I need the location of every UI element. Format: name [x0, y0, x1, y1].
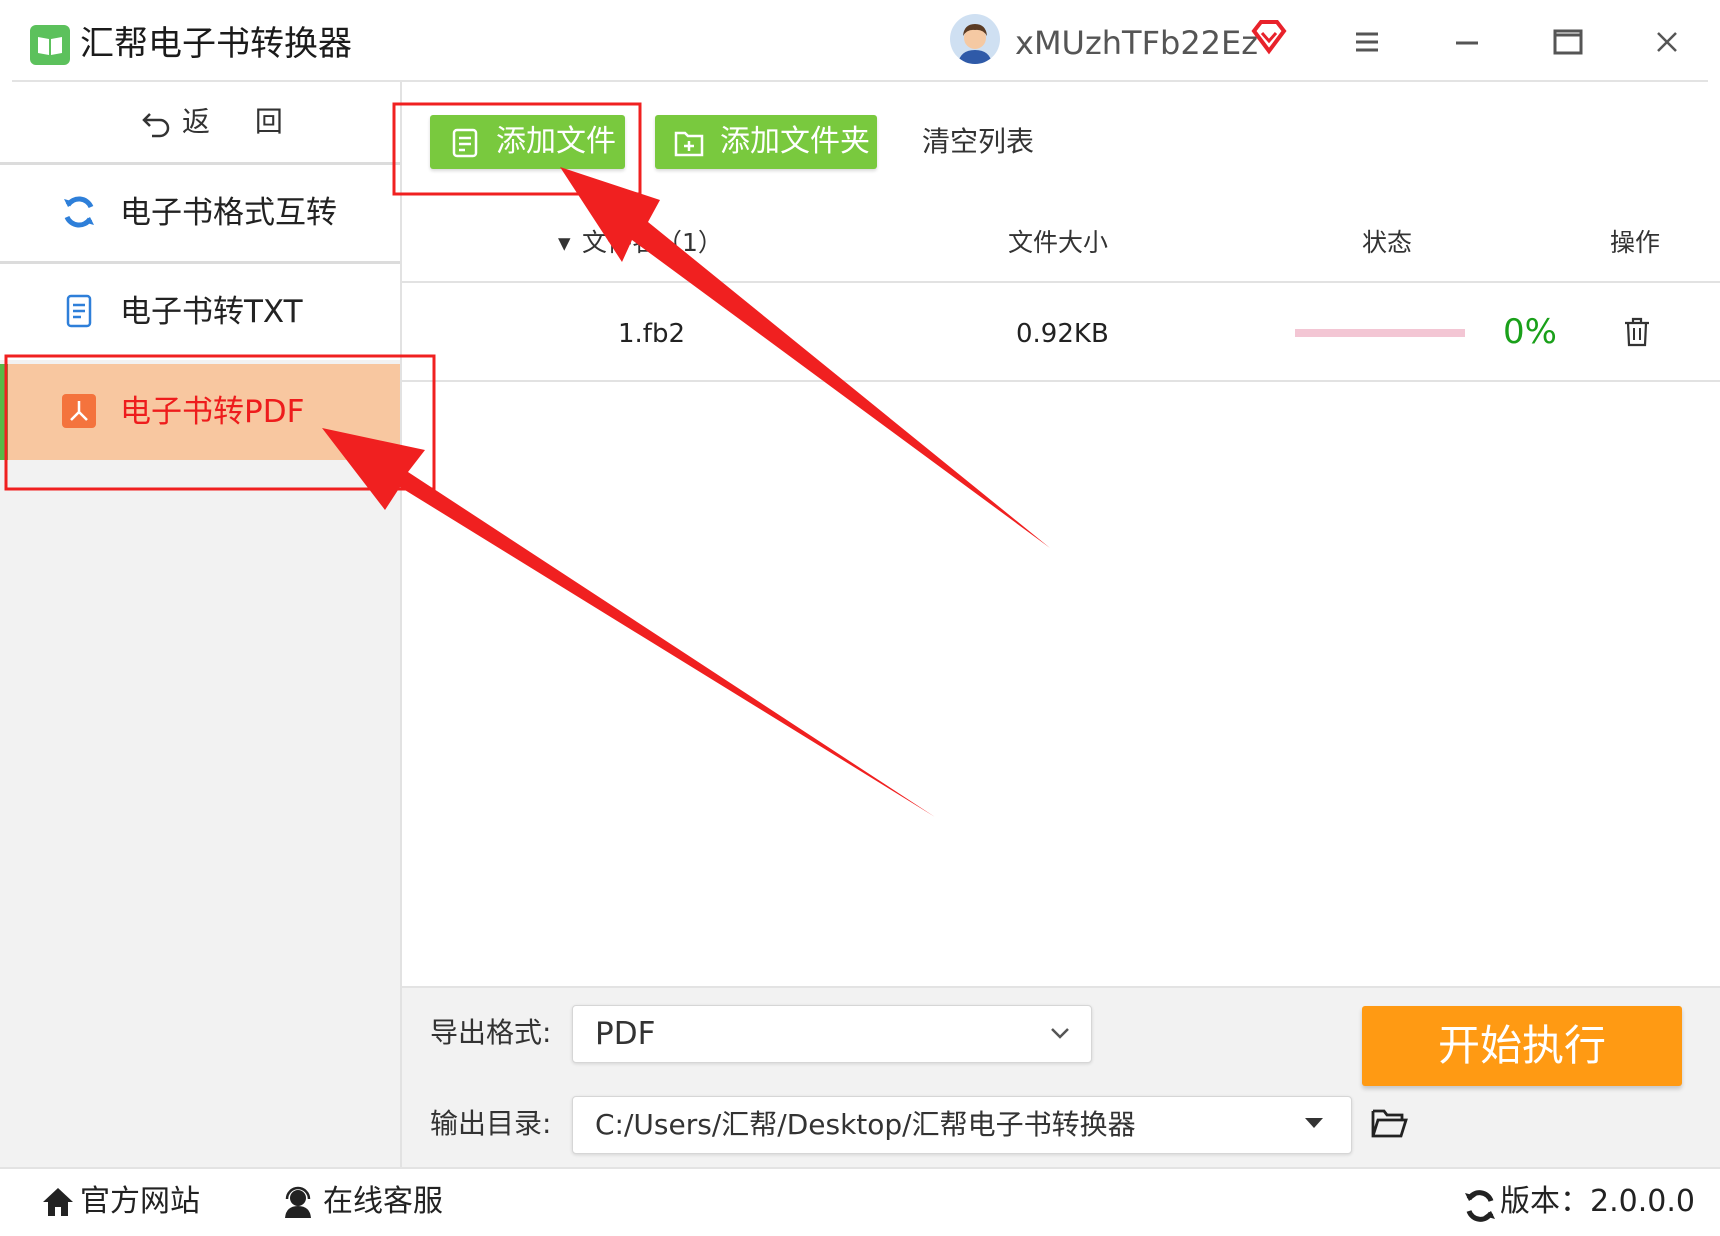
- sidebar-item-label: 电子书转TXT: [120, 294, 303, 330]
- annotation-arrow: [322, 428, 935, 817]
- header-status: 状态: [1362, 228, 1413, 257]
- sidebar-item-to-txt[interactable]: 电子书转TXT: [0, 264, 400, 360]
- sort-icon[interactable]: ▾: [558, 223, 571, 263]
- table-row-divider: [400, 380, 1720, 382]
- add-folder-label: 添加文件夹: [720, 124, 870, 159]
- header-filesize: 文件大小: [1008, 228, 1109, 257]
- sidebar-item-label: 电子书转PDF: [120, 394, 305, 430]
- sidebar-item-format-convert[interactable]: 电子书格式互转: [0, 165, 400, 261]
- delete-icon[interactable]: [1622, 316, 1652, 348]
- chevron-down-icon: [1047, 1020, 1073, 1050]
- minimize-icon[interactable]: [1447, 22, 1487, 62]
- pdf-icon: [60, 392, 98, 430]
- online-support-link[interactable]: 在线客服: [323, 1180, 443, 1224]
- refresh-icon: [60, 193, 98, 231]
- back-button[interactable]: 返 回: [0, 82, 400, 162]
- active-indicator: [0, 364, 8, 460]
- close-icon[interactable]: [1647, 22, 1687, 62]
- dropdown-triangle-icon: [1303, 1115, 1325, 1135]
- header-action: 操作: [1610, 228, 1661, 257]
- user-avatar[interactable]: [950, 14, 1000, 64]
- progress-bar: [1295, 329, 1465, 337]
- header-filename[interactable]: 文件名（1）: [582, 223, 723, 263]
- app-logo-icon: [30, 25, 70, 65]
- add-file-label: 添加文件: [496, 124, 616, 159]
- vip-diamond-icon[interactable]: [1250, 18, 1288, 56]
- format-select[interactable]: PDF: [572, 1005, 1092, 1063]
- row-filename: 1.fb2: [618, 319, 686, 349]
- format-value: PDF: [595, 1016, 656, 1052]
- add-file-button[interactable]: 添加文件: [430, 115, 625, 169]
- version-label: 版本：2.0.0.0: [1500, 1184, 1695, 1219]
- document-icon: [60, 292, 98, 330]
- back-arrow-icon: [140, 106, 174, 140]
- table-header-divider: [400, 281, 1720, 283]
- format-label: 导出格式:: [430, 1016, 552, 1049]
- open-folder-icon[interactable]: [1370, 1106, 1408, 1140]
- username[interactable]: xMUzhTFb22Ez: [1015, 20, 1258, 66]
- sidebar-item-to-pdf[interactable]: 电子书转PDF: [0, 364, 400, 460]
- headset-icon: [280, 1184, 316, 1220]
- official-website-link[interactable]: 官方网站: [80, 1180, 200, 1224]
- add-folder-button[interactable]: 添加文件夹: [655, 115, 877, 169]
- refresh-icon: [1462, 1188, 1498, 1224]
- back-label: 返 回: [182, 105, 301, 138]
- app-title: 汇帮电子书转换器: [80, 24, 352, 64]
- start-button[interactable]: 开始执行: [1362, 1006, 1682, 1086]
- clear-list-button[interactable]: 清空列表: [922, 122, 1034, 162]
- sidebar-item-label: 电子书格式互转: [120, 195, 337, 231]
- maximize-icon[interactable]: [1547, 22, 1587, 62]
- output-dir-select[interactable]: C:/Users/汇帮/Desktop/汇帮电子书转换器: [572, 1096, 1352, 1154]
- output-dir-label: 输出目录:: [430, 1107, 552, 1140]
- home-icon: [40, 1184, 76, 1220]
- add-file-icon: [450, 127, 482, 159]
- progress-percent: 0%: [1503, 312, 1557, 352]
- add-folder-icon: [673, 127, 705, 159]
- output-dir-value: C:/Users/汇帮/Desktop/汇帮电子书转换器: [595, 1108, 1136, 1141]
- row-filesize: 0.92KB: [1016, 319, 1109, 349]
- menu-icon[interactable]: [1347, 22, 1387, 62]
